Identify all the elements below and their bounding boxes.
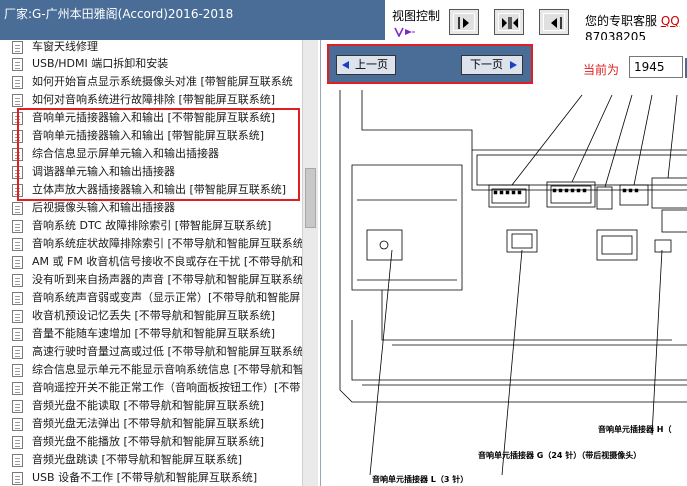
customer-service-text: 您的专职客服 QQ bbox=[585, 12, 680, 29]
title-bar: 厂家:G-广州本田雅阁(Accord)2016-2018 bbox=[0, 0, 385, 40]
document-icon bbox=[12, 382, 23, 395]
document-icon bbox=[12, 220, 23, 233]
document-icon bbox=[12, 256, 23, 269]
list-item[interactable]: 高速行驶时音量过高或过低 [不带导航和智能屏互联系统 bbox=[12, 343, 302, 361]
list-item[interactable]: 综合信息显示单元不能显示音响系统信息 [不带导航和智 bbox=[12, 361, 302, 379]
list-item[interactable]: 车窗天线修理 bbox=[12, 40, 302, 56]
expand-right-button[interactable] bbox=[449, 9, 479, 35]
customer-service-label: 您的专职客服 bbox=[585, 14, 661, 28]
split-view-button[interactable] bbox=[494, 9, 524, 35]
page-navigation: 上一页 下一页 bbox=[327, 44, 533, 84]
arrow-left-icon bbox=[342, 61, 349, 69]
topic-list: 车窗天线修理 USB/HDMI 端口拆卸和安装 如何开始盲点显示系统摄像头对准 … bbox=[0, 40, 302, 486]
document-icon bbox=[12, 436, 23, 449]
document-icon bbox=[12, 238, 23, 251]
document-icon bbox=[12, 94, 23, 107]
list-item[interactable]: USB/HDMI 端口拆卸和安装 bbox=[12, 55, 302, 73]
document-icon bbox=[12, 310, 23, 323]
document-icon bbox=[12, 76, 23, 89]
view-control-icon bbox=[394, 27, 415, 37]
document-icon bbox=[12, 418, 23, 431]
arrow-right-bar-icon bbox=[458, 17, 469, 29]
highlight-annotation bbox=[17, 108, 300, 201]
label-connector-h: 音响单元插接器 H（ bbox=[598, 424, 671, 434]
list-item[interactable]: 如何对音响系统进行故障排除 [带智能屏互联系统] bbox=[12, 91, 302, 109]
expand-left-button[interactable] bbox=[539, 9, 569, 35]
document-icon bbox=[12, 454, 23, 467]
list-item[interactable]: 后视摄像头输入和输出插接器 bbox=[12, 199, 302, 217]
document-icon bbox=[12, 41, 23, 54]
split-arrows-icon bbox=[502, 17, 518, 29]
list-item[interactable]: 音量不能随车速增加 [不带导航和智能屏互联系统] bbox=[12, 325, 302, 343]
header: 厂家:G-广州本田雅阁(Accord)2016-2018 视图控制 您的专职客服… bbox=[0, 0, 687, 44]
list-item[interactable]: 音频光盘跳读 [不带导航和智能屏互联系统] bbox=[12, 451, 302, 469]
app-title: 厂家:G-广州本田雅阁(Accord)2016-2018 bbox=[4, 7, 234, 21]
list-item[interactable]: 音频光盘无法弹出 [不带导航和智能屏互联系统] bbox=[12, 415, 302, 433]
list-item[interactable]: 音响系统 DTC 故障排除索引 [带智能屏互联系统] bbox=[12, 217, 302, 235]
qq-link[interactable]: QQ bbox=[661, 14, 680, 28]
list-item[interactable]: 音频光盘不能播放 [不带导航和智能屏互联系统] bbox=[12, 433, 302, 451]
document-icon bbox=[12, 292, 23, 305]
list-item[interactable]: 如何开始盲点显示系统摄像头对准 [带智能屏互联系统 bbox=[12, 73, 302, 91]
view-control-label: 视图控制 bbox=[392, 9, 441, 23]
list-scrollbar[interactable] bbox=[302, 40, 318, 486]
document-icon bbox=[12, 328, 23, 341]
connector-diagram: 音响单元插接器 H（ 音响单元插接器 G（24 针）（带后视摄像头） 音响单元插… bbox=[339, 90, 687, 484]
list-item[interactable]: 音响遥控开关不能正常工作（音响面板按钮工作）[不带 bbox=[12, 379, 302, 397]
document-icon bbox=[12, 364, 23, 377]
document-icon bbox=[12, 202, 23, 215]
document-icon bbox=[12, 400, 23, 413]
document-icon bbox=[12, 274, 23, 287]
document-icon bbox=[12, 472, 23, 485]
arrow-left-bar-icon bbox=[551, 17, 562, 29]
list-item[interactable]: AM 或 FM 收音机信号接收不良或存在干扰 [不带导航和 bbox=[12, 253, 302, 271]
next-page-button[interactable]: 下一页 bbox=[461, 55, 523, 75]
list-item[interactable]: 音频光盘不能读取 [不带导航和智能屏互联系统] bbox=[12, 397, 302, 415]
document-icon bbox=[12, 346, 23, 359]
scrollbar-thumb[interactable] bbox=[305, 168, 316, 228]
list-item[interactable]: 音响系统声音弱或变声（显示正常）[不带导航和智能屏 bbox=[12, 289, 302, 307]
page-number-input[interactable] bbox=[629, 56, 683, 78]
current-page-label: 当前为 bbox=[583, 63, 620, 77]
document-icon bbox=[12, 58, 23, 71]
label-connector-l: 音响单元插接器 L（3 针） bbox=[372, 474, 468, 484]
list-item[interactable]: 没有听到来自扬声器的声音 [不带导航和智能屏互联系统 bbox=[12, 271, 302, 289]
arrow-right-icon bbox=[510, 61, 517, 69]
prev-page-button[interactable]: 上一页 bbox=[336, 55, 396, 75]
list-item[interactable]: 音响系统症状故障排除索引 [不带导航和智能屏互联系统 bbox=[12, 235, 302, 253]
document-viewer: 上一页 下一页 当前为 1945 音响单元插接器 H（ 音响单元插接器 G（24… bbox=[320, 40, 687, 486]
topic-list-panel: 车窗天线修理 USB/HDMI 端口拆卸和安装 如何开始盲点显示系统摄像头对准 … bbox=[0, 40, 318, 486]
list-item[interactable]: 收音机预设记忆丢失 [不带导航和智能屏互联系统] bbox=[12, 307, 302, 325]
list-item[interactable]: USB 设备不工作 [不带导航和智能屏互联系统] bbox=[12, 469, 302, 486]
label-connector-g: 音响单元插接器 G（24 针）（带后视摄像头） bbox=[478, 450, 641, 460]
